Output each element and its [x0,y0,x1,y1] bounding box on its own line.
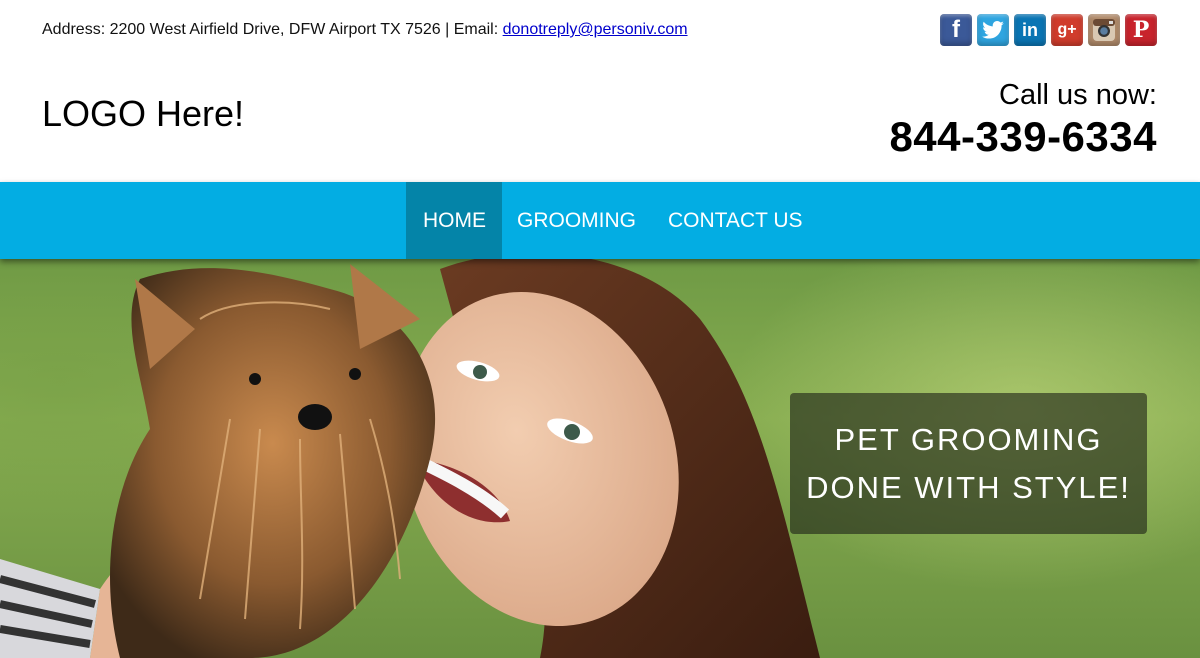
main-nav: HOME GROOMING CONTACT US [0,182,1200,259]
nav-item-contact-us[interactable]: CONTACT US [651,182,820,259]
call-box: Call us now: 844-339-6334 [889,78,1157,162]
address-line: Address: 2200 West Airfield Drive, DFW A… [42,21,688,39]
address-text: Address: 2200 West Airfield Drive, DFW A… [42,21,503,38]
email-link[interactable]: donotreply@personiv.com [503,21,688,38]
hero-banner: PET GROOMING DONE WITH STYLE! [0,259,1200,658]
logo-text[interactable]: LOGO Here! [42,94,244,134]
nav-menu: HOME GROOMING CONTACT US [406,182,820,259]
nav-item-grooming[interactable]: GROOMING [500,182,653,259]
facebook-icon[interactable]: f [940,14,972,46]
tagline-box: PET GROOMING DONE WITH STYLE! [790,393,1147,534]
google-plus-icon[interactable]: g+ [1051,14,1083,46]
linkedin-icon[interactable]: in [1014,14,1046,46]
call-label: Call us now: [999,79,1157,111]
pinterest-icon[interactable]: P [1125,14,1157,46]
twitter-icon[interactable] [977,14,1009,46]
tagline-line-1: PET GROOMING [834,421,1103,457]
phone-number[interactable]: 844-339-6334 [889,112,1157,162]
instagram-icon[interactable] [1088,14,1120,46]
tagline-line-2: DONE WITH STYLE! [806,469,1131,505]
social-icons: f in g+ P [940,14,1157,46]
top-bar: Address: 2200 West Airfield Drive, DFW A… [0,0,1200,60]
nav-item-home[interactable]: HOME [406,182,502,259]
